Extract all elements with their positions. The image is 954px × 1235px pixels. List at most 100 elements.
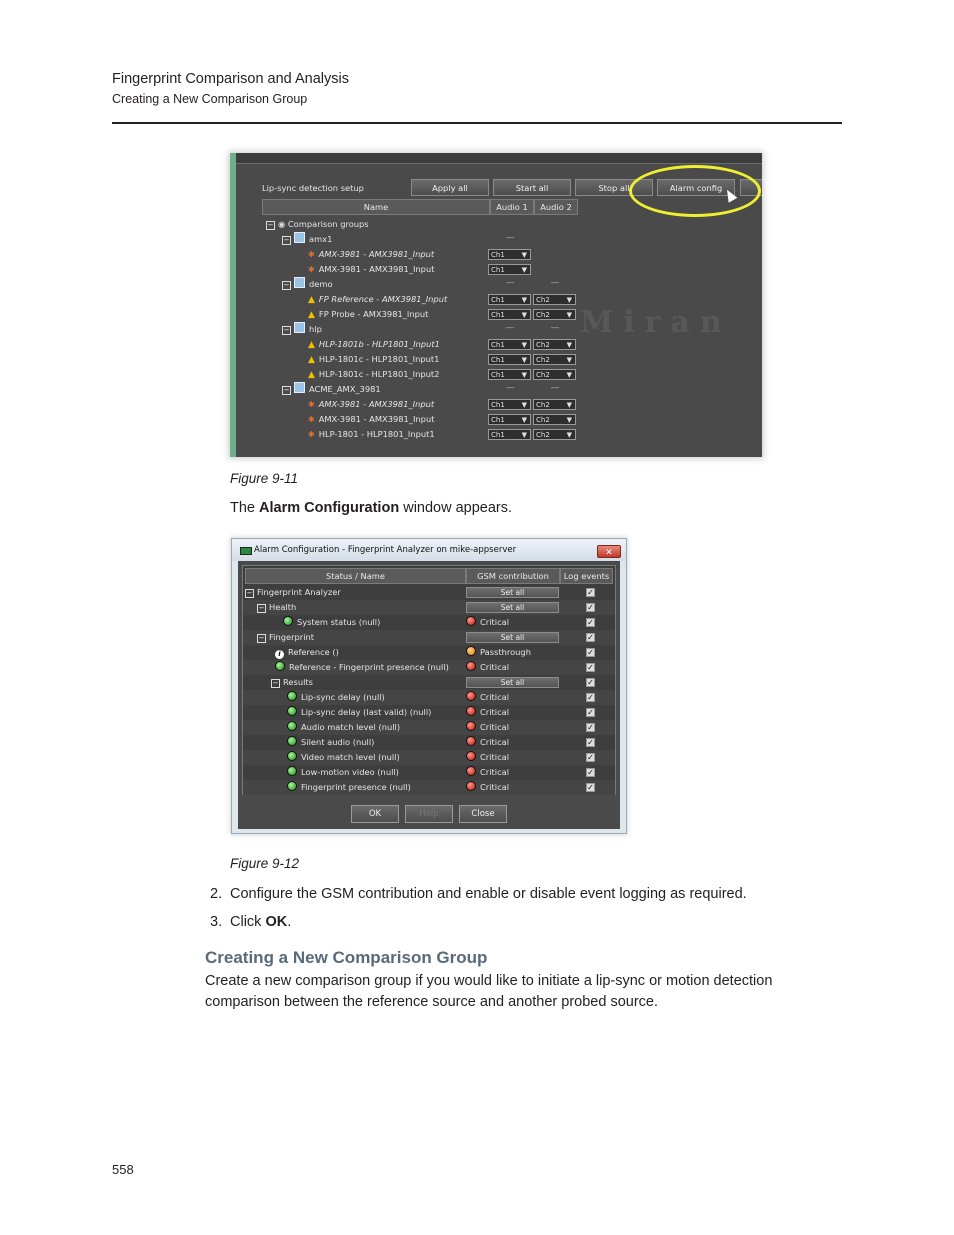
group-icon [294,277,305,288]
column-header-status-name[interactable]: Status / Name [245,568,466,584]
audio1-dropdown[interactable]: Ch1 ▼ [488,309,531,320]
gsm-status[interactable]: Passthrough [466,645,531,660]
audio1-dropdown[interactable]: Ch1 ▼ [488,294,531,305]
row-name[interactable]: − Health [257,600,296,615]
audio1-dropdown[interactable]: Ch1 ▼ [488,339,531,350]
log-events-checkbox[interactable]: ✓ [586,648,595,657]
row-name[interactable]: Lip-sync delay (null) [287,690,385,705]
audio2-dropdown[interactable]: Ch2 ▼ [533,294,576,305]
log-events-checkbox[interactable]: ✓ [586,738,595,747]
log-events-checkbox[interactable]: ✓ [586,708,595,717]
audio1-dropdown[interactable]: Ch1 ▼ [488,264,531,275]
column-header-name[interactable]: Name [262,199,490,215]
audio2-dropdown[interactable]: Ch2 ▼ [533,414,576,425]
audio2-dropdown[interactable]: Ch2 ▼ [533,354,576,365]
log-events-checkbox[interactable]: ✓ [586,693,595,702]
tree-item[interactable]: ✱ AMX-3981 - AMX3981_Input [308,262,434,276]
close-button[interactable]: Close [459,805,507,823]
tree-item[interactable]: ▲ HLP-1801c - HLP1801_Input2 [308,367,439,381]
ok-button[interactable]: OK [351,805,399,823]
row-name[interactable]: Video match level (null) [287,750,400,765]
gsm-status[interactable]: Critical [466,720,509,735]
collapse-icon[interactable]: − [257,604,266,613]
audio2-dropdown[interactable]: Ch2 ▼ [533,429,576,440]
log-events-checkbox[interactable]: ✓ [586,663,595,672]
tree-group[interactable]: − demo [282,277,333,291]
help-button[interactable]: Help [405,805,453,823]
row-name[interactable]: Silent audio (null) [287,735,374,750]
tree-item[interactable]: ▲ HLP-1801c - HLP1801_Input1 [308,352,439,366]
audio1-dropdown[interactable]: Ch1 ▼ [488,399,531,410]
apply-all-button[interactable]: Apply all [411,179,489,196]
log-events-checkbox[interactable]: ✓ [586,783,595,792]
set-all-button[interactable]: Set all [466,602,559,613]
audio1-dropdown[interactable]: Ch1 ▼ [488,369,531,380]
log-events-checkbox[interactable]: ✓ [586,618,595,627]
tree-group[interactable]: − ACME_AMX_3981 [282,382,381,396]
tree-item[interactable]: ▲ HLP-1801b - HLP1801_Input1 [308,337,440,351]
log-events-checkbox[interactable]: ✓ [586,723,595,732]
collapse-icon[interactable]: − [282,386,291,395]
gsm-status[interactable]: Critical [466,690,509,705]
tree-item[interactable]: ▲ FP Reference - AMX3981_Input [308,292,447,306]
collapse-icon[interactable]: − [266,221,275,230]
audio2-dropdown[interactable]: Ch2 ▼ [533,309,576,320]
collapse-icon[interactable]: − [282,281,291,290]
row-name[interactable]: − Fingerprint Analyzer [245,585,341,600]
tree-item[interactable]: ✱ AMX-3981 - AMX3981_Input [308,247,434,261]
tree-group[interactable]: − amx1 [282,232,332,246]
audio2-dropdown[interactable]: Ch2 ▼ [533,369,576,380]
gsm-status[interactable]: Critical [466,735,509,750]
collapse-icon[interactable]: − [257,634,266,643]
collapse-icon[interactable]: − [282,236,291,245]
row-name[interactable]: System status (null) [283,615,380,630]
audio1-dropdown[interactable]: Ch1 ▼ [488,429,531,440]
log-events-checkbox[interactable]: ✓ [586,753,595,762]
collapse-icon[interactable]: − [282,326,291,335]
log-events-checkbox[interactable]: ✓ [586,588,595,597]
gsm-status[interactable]: Critical [466,780,509,795]
row-name[interactable]: Low-motion video (null) [287,765,399,780]
column-header-gsm[interactable]: GSM contribution [466,568,560,584]
tree-item[interactable]: ✱ HLP-1801 - HLP1801_Input1 [308,427,435,441]
set-all-button[interactable]: Set all [466,587,559,598]
column-header-audio2[interactable]: Audio 2 [534,199,578,215]
row-name[interactable]: Audio match level (null) [287,720,400,735]
column-header-audio1[interactable]: Audio 1 [490,199,534,215]
set-all-button[interactable]: Set all [466,632,559,643]
gsm-status[interactable]: Critical [466,750,509,765]
column-header-log-events[interactable]: Log events [560,568,613,584]
tree-item[interactable]: ▲ FP Probe - AMX3981_Input [308,307,428,321]
set-all-button[interactable]: Set all [466,677,559,688]
tree-root[interactable]: − ◉ Comparison groups [266,217,369,231]
audio1-dropdown[interactable]: Ch1 ▼ [488,249,531,260]
row-name[interactable]: Lip-sync delay (last valid) (null) [287,705,431,720]
gsm-status[interactable]: Critical [466,660,509,675]
close-icon[interactable]: ✕ [597,545,621,558]
audio2-dropdown[interactable]: Ch2 ▼ [533,399,576,410]
gsm-status[interactable]: Critical [466,705,509,720]
gsm-status-label: Critical [480,752,510,762]
row-label: System status (null) [297,617,381,627]
gsm-status[interactable]: Critical [466,615,509,630]
log-events-checkbox[interactable]: ✓ [586,768,595,777]
row-name[interactable]: Fingerprint presence (null) [287,780,411,795]
row-name[interactable]: i Reference () [275,645,339,660]
chevron-down-icon: ▼ [521,311,527,319]
collapse-icon[interactable]: − [245,589,254,598]
row-name[interactable]: − Fingerprint [257,630,314,645]
log-events-checkbox[interactable]: ✓ [586,633,595,642]
audio1-dropdown[interactable]: Ch1 ▼ [488,414,531,425]
row-name[interactable]: Reference - Fingerprint presence (null) [275,660,449,675]
log-events-checkbox[interactable]: ✓ [586,603,595,612]
tree-item[interactable]: ✱ AMX-3981 - AMX3981_Input [308,397,434,411]
start-all-button[interactable]: Start all [493,179,571,196]
tree-item[interactable]: ✱ AMX-3981 - AMX3981_Input [308,412,434,426]
row-name[interactable]: − Results [271,675,313,690]
log-events-checkbox[interactable]: ✓ [586,678,595,687]
tree-group[interactable]: − hlp [282,322,322,336]
audio1-dropdown[interactable]: Ch1 ▼ [488,354,531,365]
audio2-dropdown[interactable]: Ch2 ▼ [533,339,576,350]
collapse-icon[interactable]: − [271,679,280,688]
gsm-status[interactable]: Critical [466,765,509,780]
